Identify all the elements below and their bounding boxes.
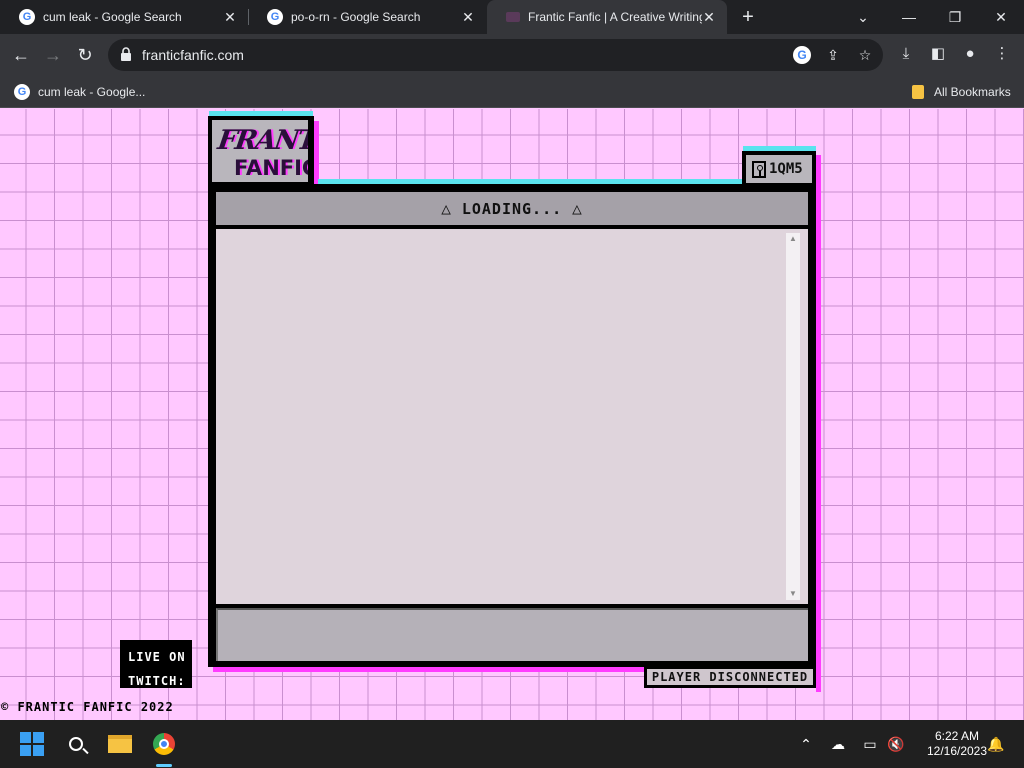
chat-log[interactable]: ▲ ▼ <box>216 229 808 604</box>
chrome-icon[interactable] <box>148 728 180 760</box>
room-code-panel: 1QM5 <box>746 155 812 183</box>
tab-strip: G cum leak - Google Search ✕ G po-o-rn -… <box>0 0 1024 34</box>
logo-text-frantic: FRANTIC <box>215 125 308 156</box>
player-status-box: PLAYER DISCONNECTED <box>644 666 816 688</box>
active-app-indicator <box>156 764 172 767</box>
close-icon[interactable]: ✕ <box>460 9 476 25</box>
taskbar: ⌃ ☁ ▭ 🔇 6:22 AM 12/16/2023 🔔 <box>0 720 1024 768</box>
bookmarks-bar: G cum leak - Google... All Bookmarks <box>0 76 1024 108</box>
twitch-line-1: LIVE ON <box>128 650 186 664</box>
address-bar[interactable]: franticfanfic.com G ⇪ ☆ <box>108 39 883 71</box>
menu-icon[interactable]: ⋮ <box>991 43 1013 65</box>
warning-triangle-icon: △ <box>572 199 583 218</box>
window-pink-accent-bottom <box>213 667 646 672</box>
status-bar: △ LOADING... △ <box>216 192 808 225</box>
key-icon <box>752 160 766 178</box>
logo-text-fanfic: FANFIC <box>234 156 308 180</box>
tab-title: cum leak - Google Search <box>43 10 182 24</box>
bookmark-star-icon[interactable]: ☆ <box>856 46 874 64</box>
google-icon: G <box>19 9 35 25</box>
folder-icon <box>912 85 924 99</box>
clock-date: 12/16/2023 <box>926 744 988 758</box>
close-window-button[interactable]: ✕ <box>978 0 1024 34</box>
side-panel-icon[interactable]: ◧ <box>927 43 949 65</box>
clock-time: 6:22 AM <box>934 729 980 743</box>
copyright: © FRANTIC FANFIC 2022 <box>1 700 174 714</box>
download-icon[interactable]: ⤓ <box>895 43 917 65</box>
live-on-twitch-link[interactable]: LIVE ON TWITCH: <box>120 640 192 688</box>
room-code-box: 1QM5 <box>742 151 816 187</box>
lock-icon <box>121 47 131 61</box>
twitch-line-2: TWITCH: <box>128 674 186 688</box>
cloud-offline-icon[interactable]: ☁ <box>828 734 848 754</box>
tab-cum-leak[interactable]: G cum leak - Google Search ✕ <box>0 0 249 34</box>
back-arrow-icon[interactable]: ← <box>8 42 34 68</box>
page-viewport: FRANTIC FANFIC 1QM5 △ LOADING... △ ▲ ▼ P… <box>0 109 1024 720</box>
share-icon[interactable]: ⇪ <box>824 46 842 64</box>
status-text: LOADING... <box>461 199 563 218</box>
logo-pink-accent <box>314 121 319 186</box>
close-icon[interactable]: ✕ <box>222 9 238 25</box>
notification-bell-icon[interactable]: 🔔 <box>986 734 1006 754</box>
volume-muted-icon[interactable]: 🔇 <box>886 734 906 754</box>
reload-icon[interactable]: ↻ <box>72 42 98 68</box>
tab-title: Frantic Fanfic | A Creative Writing <box>528 10 702 24</box>
google-icon: G <box>14 84 30 100</box>
tab-frantic-fanfic[interactable]: Frantic Fanfic | A Creative Writing ✕ <box>487 0 727 34</box>
bookmark-label: cum leak - Google... <box>38 85 146 99</box>
warning-triangle-icon: △ <box>441 199 452 218</box>
url-text: franticfanfic.com <box>142 47 244 63</box>
close-icon[interactable]: ✕ <box>701 9 717 25</box>
display-icon[interactable]: ▭ <box>860 734 880 754</box>
tab-search-icon[interactable]: ⌄ <box>840 0 886 34</box>
profile-icon[interactable]: ● <box>959 43 981 65</box>
file-explorer-icon[interactable] <box>104 728 136 760</box>
new-tab-button[interactable]: + <box>737 6 759 28</box>
tab-title: po-o-rn - Google Search <box>291 10 421 24</box>
logo-panel: FRANTIC FANFIC <box>212 120 308 182</box>
frantic-fanfic-icon <box>506 12 520 22</box>
window-pink-accent <box>816 155 821 692</box>
scroll-down-arrow-icon[interactable]: ▼ <box>786 588 800 600</box>
message-input[interactable] <box>216 608 808 661</box>
chevron-up-icon[interactable]: ⌃ <box>796 734 816 754</box>
site-logo[interactable]: FRANTIC FANFIC <box>208 116 314 186</box>
all-bookmarks-label: All Bookmarks <box>934 85 1011 99</box>
game-window: △ LOADING... △ ▲ ▼ <box>208 184 816 667</box>
clock[interactable]: 6:22 AM 12/16/2023 <box>918 729 996 759</box>
room-code: 1QM5 <box>769 161 803 177</box>
browser-toolbar: ← → ↻ franticfanfic.com G ⇪ ☆ ⤓ ◧ ● ⋮ <box>0 34 1024 76</box>
restore-button[interactable]: ❐ <box>932 0 978 34</box>
tab-po-o-rn[interactable]: G po-o-rn - Google Search ✕ <box>248 0 486 34</box>
forward-arrow-icon[interactable]: → <box>40 42 66 68</box>
bookmark-item[interactable]: G cum leak - Google... <box>14 82 145 102</box>
minimize-button[interactable]: — <box>886 0 932 34</box>
windows-start-icon[interactable] <box>16 728 48 760</box>
scroll-up-arrow-icon[interactable]: ▲ <box>786 233 800 245</box>
google-lens-icon[interactable]: G <box>793 46 811 64</box>
search-icon[interactable] <box>60 728 92 760</box>
google-icon: G <box>267 9 283 25</box>
scrollbar[interactable]: ▲ ▼ <box>786 233 800 600</box>
player-status: PLAYER DISCONNECTED <box>647 669 813 685</box>
all-bookmarks-button[interactable]: All Bookmarks <box>912 82 1011 102</box>
